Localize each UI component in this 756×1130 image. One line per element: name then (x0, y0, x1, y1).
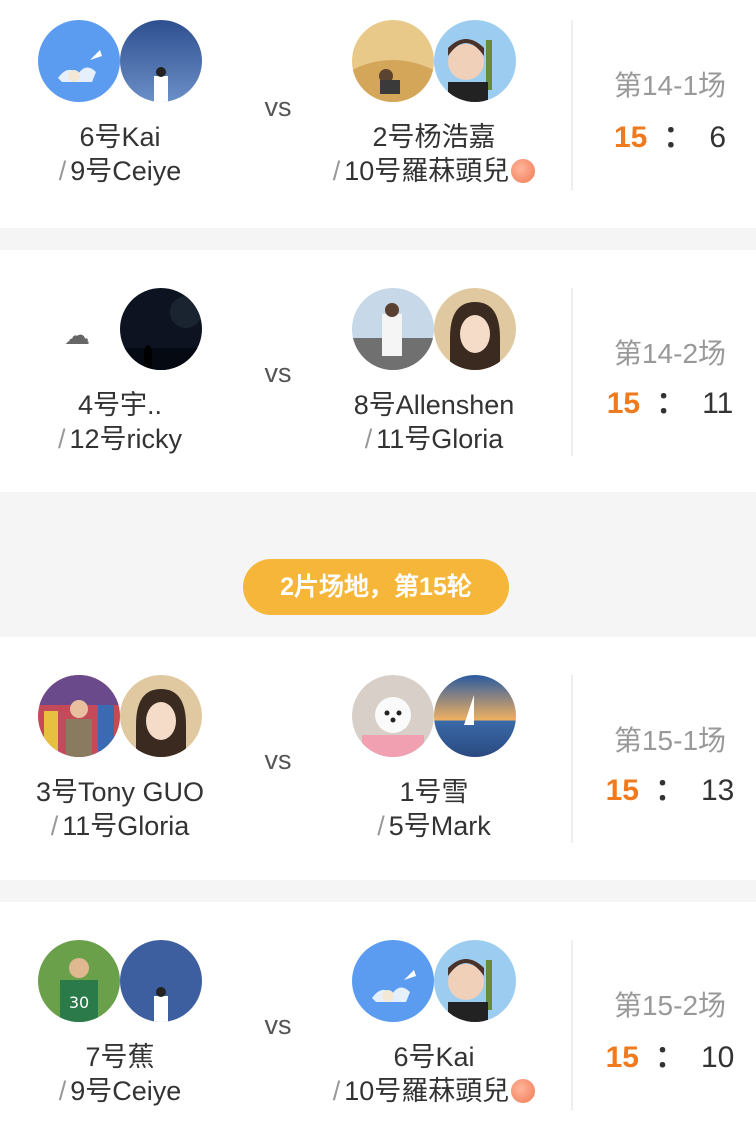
score-winner: 15 (605, 1041, 639, 1074)
score-winner: 15 (605, 774, 639, 807)
player-name-second: /9号Ceiye (0, 154, 245, 188)
round-label: 第15-2场 (613, 990, 727, 1021)
match-card-2[interactable]: ☁︎ 4号宇.. /12号ricky vs 8号Allenshen /11号Gl… (0, 250, 756, 492)
team-left-names: 3号Tony GUO /11号Gloria (0, 775, 245, 843)
avatar-luo[interactable] (434, 940, 516, 1022)
player-name: 9号Ceiye (70, 156, 182, 186)
avatar-allenshen[interactable] (352, 288, 434, 370)
divider (571, 940, 573, 1110)
avatar-jiao[interactable]: 30 (38, 940, 120, 1022)
player-name: 6号Kai (79, 122, 161, 152)
player-name: 11号Gloria (376, 424, 504, 454)
avatar-ricky[interactable] (120, 288, 202, 370)
score-colon: ： (655, 1041, 685, 1074)
divider (571, 20, 573, 190)
player-name: 5号Mark (388, 811, 491, 841)
vs-label: vs (264, 745, 292, 775)
player-name-second: /11号Gloria (0, 809, 245, 843)
peach-emoji-icon (511, 159, 536, 183)
match-card-3[interactable]: 3号Tony GUO /11号Gloria vs 1号雪 /5号Mark 第15… (0, 637, 756, 880)
score-winner: 15 (613, 121, 648, 154)
avatar-gloria[interactable] (120, 675, 202, 757)
team-left-names: 6号Kai /9号Ceiye (0, 120, 245, 188)
round-banner: 2片场地，第15轮 (243, 559, 509, 615)
divider (571, 288, 573, 456)
avatar-kai[interactable] (352, 940, 434, 1022)
vs-label: vs (264, 1010, 292, 1040)
score: 15 ： 10 (590, 1032, 750, 1076)
match-card-4[interactable]: 30 7号蕉 /9号Ceiye vs 6号Kai /10号羅菻頭兒 第15-2场… (0, 902, 756, 1130)
score-loser: 10 (701, 1041, 735, 1074)
team-right-names: 2号杨浩嘉 /10号羅菻頭兒 (309, 120, 559, 188)
score-colon: ： (655, 774, 685, 807)
svg-text:30: 30 (69, 993, 89, 1012)
player-name: 3号Tony GUO (35, 777, 205, 807)
player-name: 11号Gloria (62, 811, 190, 841)
player-name: 8号Allenshen (353, 390, 515, 420)
avatar-xue[interactable] (352, 675, 434, 757)
score-loser: 6 (709, 121, 727, 154)
avatar-ceiye[interactable] (120, 20, 202, 102)
player-name: 6号Kai (393, 1042, 475, 1072)
round-label: 第14-1场 (613, 70, 727, 101)
match-card-1[interactable]: 6号Kai /9号Ceiye vs 2号杨浩嘉 /10号羅菻頭兒 第14-1场 … (0, 0, 756, 228)
player-name: 12号ricky (69, 424, 183, 454)
player-name: 10号羅菻頭兒 (344, 156, 510, 186)
player-name: 4号宇.. (77, 390, 163, 420)
score-loser: 13 (701, 774, 735, 807)
vs-label: vs (264, 358, 292, 388)
player-name-second: /9号Ceiye (0, 1074, 245, 1108)
separator: / (58, 1076, 67, 1106)
avatar-tony-guo[interactable] (38, 675, 120, 757)
score: 15 ： 6 (590, 112, 750, 156)
team-left-names: 7号蕉 /9号Ceiye (0, 1040, 245, 1108)
team-right-names: 6号Kai /10号羅菻頭兒 (309, 1040, 559, 1108)
score-winner: 15 (606, 387, 641, 420)
separator: / (364, 424, 373, 454)
player-name: 10号羅菻頭兒 (344, 1076, 510, 1106)
vs-label: vs (264, 92, 292, 122)
player-name-second: /11号Gloria (309, 422, 559, 456)
player-name: 7号蕉 (85, 1042, 155, 1072)
separator: / (50, 811, 59, 841)
avatar-yang[interactable] (352, 20, 434, 102)
round-label: 第15-1场 (613, 725, 727, 756)
divider (571, 675, 573, 843)
avatar-gloria[interactable] (434, 288, 516, 370)
player-name: 1号雪 (399, 777, 469, 807)
separator: / (332, 156, 341, 186)
player-name-second: /10号羅菻頭兒 (309, 154, 559, 188)
score-colon: ： (663, 121, 694, 154)
cloud-icon: ☁︎ (64, 320, 90, 350)
avatar-luo[interactable] (434, 20, 516, 102)
avatar-mark[interactable] (434, 675, 516, 757)
avatar-ceiye[interactable] (120, 940, 202, 1022)
separator: / (377, 811, 385, 841)
player-name: 2号杨浩嘉 (372, 122, 496, 152)
team-right-names: 1号雪 /5号Mark (309, 775, 559, 843)
avatar-kai[interactable] (38, 20, 120, 102)
score-loser: 11 (702, 387, 734, 420)
player-name-second: /5号Mark (309, 809, 559, 843)
separator: / (332, 1076, 341, 1106)
team-right-names: 8号Allenshen /11号Gloria (309, 388, 559, 456)
player-name-second: /10号羅菻頭兒 (309, 1074, 559, 1108)
player-name: 9号Ceiye (70, 1076, 182, 1106)
player-name-second: /12号ricky (0, 422, 245, 456)
score: 15 ： 13 (590, 765, 750, 809)
score: 15 ： 11 (590, 378, 750, 422)
separator: / (57, 424, 66, 454)
separator: / (58, 156, 67, 186)
team-left-names: 4号宇.. /12号ricky (0, 388, 245, 456)
round-label: 第14-2场 (613, 338, 727, 369)
score-colon: ： (656, 387, 687, 420)
peach-emoji-icon (511, 1079, 536, 1103)
